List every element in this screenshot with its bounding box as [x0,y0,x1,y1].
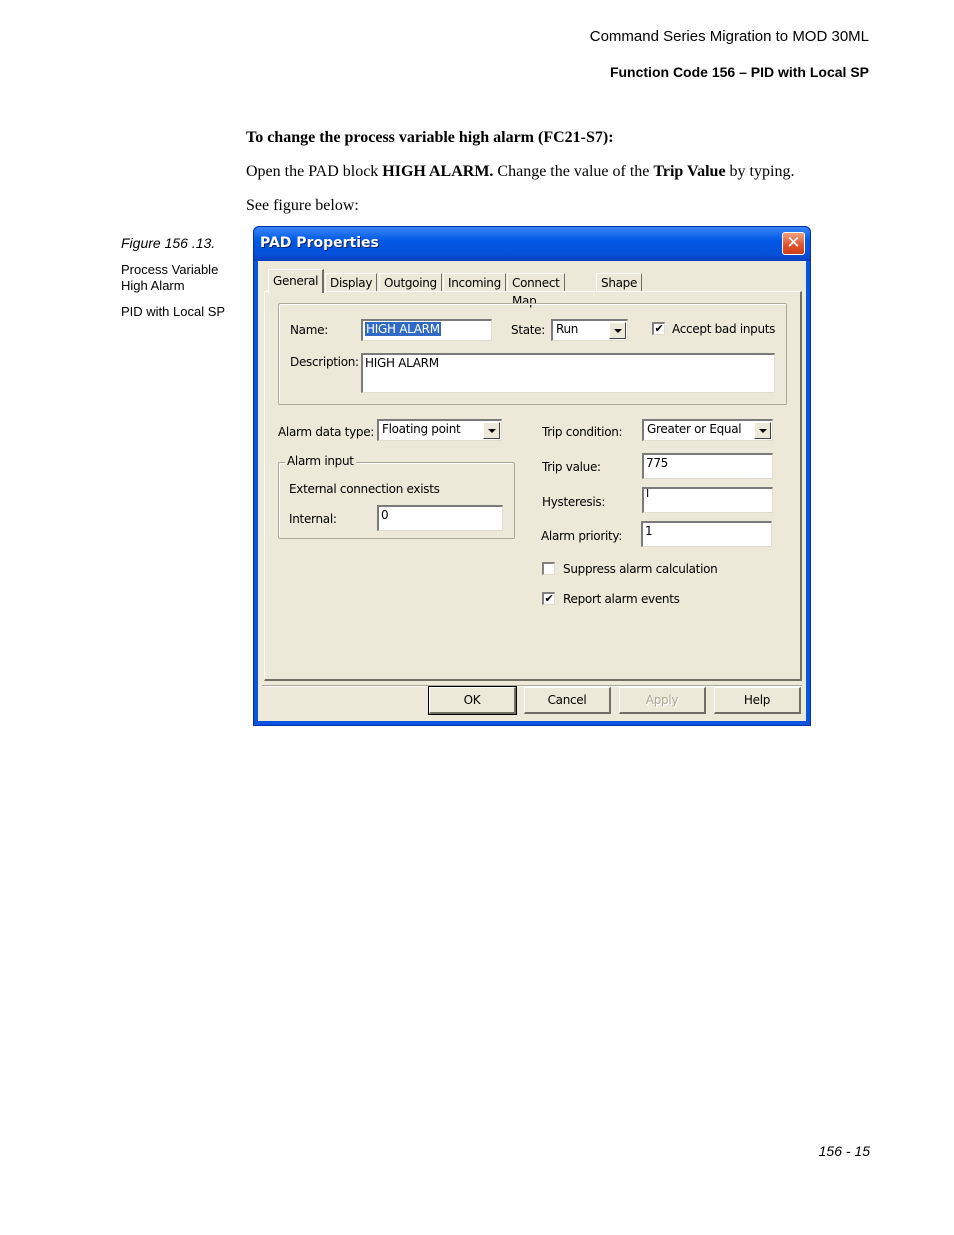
alarm-data-type-label: Alarm data type: [278,425,375,439]
tab-display[interactable]: Display [325,273,378,291]
tab-general[interactable]: General [268,269,325,293]
figure-number: Figure 156 .13. [121,235,216,251]
instruction-paragraph: Open the PAD block HIGH ALARM. Change th… [246,163,794,181]
figure-title: Process Variable High Alarm [121,262,218,294]
suppress-alarm-checkbox[interactable] [542,562,555,575]
figure-title-line: Process Variable [121,262,219,277]
state-dropdown[interactable]: Run [551,319,628,341]
cancel-button[interactable]: Cancel [524,687,611,714]
alarm-data-type-value: Floating point [382,422,461,436]
figure-subtitle: PID with Local SP [121,304,226,319]
state-label: State: [511,323,546,337]
ok-button[interactable]: OK [428,686,517,715]
dialog-title: PAD Properties [260,235,379,251]
title-bar[interactable]: PAD Properties ✕ [254,227,810,261]
checkmark-icon: ✔ [544,592,554,605]
alarm-input-group-label: Alarm input [285,454,356,468]
procedure-heading: To change the process variable high alar… [246,129,614,146]
alarm-input-group: Alarm input External connection exists I… [278,454,515,539]
instruction-text: Open the PAD block [246,163,383,180]
alarm-priority-label: Alarm priority: [541,529,623,543]
tab-connect-map[interactable]: Connect Map [507,273,565,308]
identity-group: Name: HIGH ALARM State: Run ✔ Accept bad… [278,303,787,405]
help-button[interactable]: Help [714,687,801,714]
figure-title-line: High Alarm [121,278,185,293]
general-tab-panel: Name: HIGH ALARM State: Run ✔ Accept bad… [264,291,802,681]
name-input[interactable]: HIGH ALARM [361,319,492,341]
dialog-client-area: General Display Outgoing Incoming Connec… [258,261,806,721]
trip-value-label: Trip value: [542,460,601,474]
hysteresis-label: Hysteresis: [542,495,606,509]
hysteresis-input[interactable]: I [642,487,773,513]
trip-condition-dropdown[interactable]: Greater or Equal [642,419,773,441]
tab-outgoing[interactable]: Outgoing [379,273,442,291]
trip-value: 775 [646,456,669,470]
accept-bad-inputs-checkbox[interactable]: ✔ [652,322,665,335]
report-alarm-events-label: Report alarm events [563,592,680,606]
alarm-priority-input[interactable]: 1 [641,521,772,547]
internal-input[interactable]: 0 [377,505,503,531]
apply-button[interactable]: Apply [619,687,706,714]
close-icon: ✕ [786,233,801,253]
external-connection-text: External connection exists [289,482,440,496]
checkmark-icon: ✔ [654,322,664,335]
name-value: HIGH ALARM [365,322,441,336]
suppress-alarm-label: Suppress alarm calculation [563,562,718,576]
alarm-priority-value: 1 [645,524,653,538]
alarm-data-type-dropdown[interactable]: Floating point [377,419,502,441]
running-header-title: Command Series Migration to MOD 30ML [589,28,869,45]
internal-value: 0 [381,508,389,522]
chevron-down-icon[interactable] [609,322,626,339]
report-alarm-events-checkbox[interactable]: ✔ [542,592,555,605]
description-input[interactable]: HIGH ALARM [361,353,775,393]
description-value: HIGH ALARM [365,356,439,370]
internal-label: Internal: [289,512,337,526]
tab-shape[interactable]: Shape [596,273,643,291]
page-number: 156 - 15 [818,1143,870,1159]
accept-bad-inputs-label: Accept bad inputs [672,322,776,336]
running-header-section: Function Code 156 – PID with Local SP [609,64,869,80]
trip-condition-label: Trip condition: [542,425,623,439]
trip-value-input[interactable]: 775 [642,453,773,479]
state-value: Run [556,322,579,336]
chevron-down-icon[interactable] [483,422,500,439]
close-button[interactable]: ✕ [782,232,805,255]
trip-condition-value: Greater or Equal [647,422,742,436]
chevron-down-icon[interactable] [754,422,771,439]
description-label: Description: [290,355,359,369]
name-label: Name: [290,323,328,337]
text-cursor-icon: I [646,487,649,500]
instruction-bold-field: Trip Value [653,163,726,180]
instruction-text: Change the value of the [493,163,654,180]
instruction-bold-block: HIGH ALARM. [382,163,494,180]
see-figure-text: See figure below: [246,197,359,214]
instruction-text: by typing. [725,163,795,180]
pad-properties-dialog: PAD Properties ✕ General Display Outgoin… [253,226,811,726]
tab-incoming[interactable]: Incoming [443,273,506,291]
